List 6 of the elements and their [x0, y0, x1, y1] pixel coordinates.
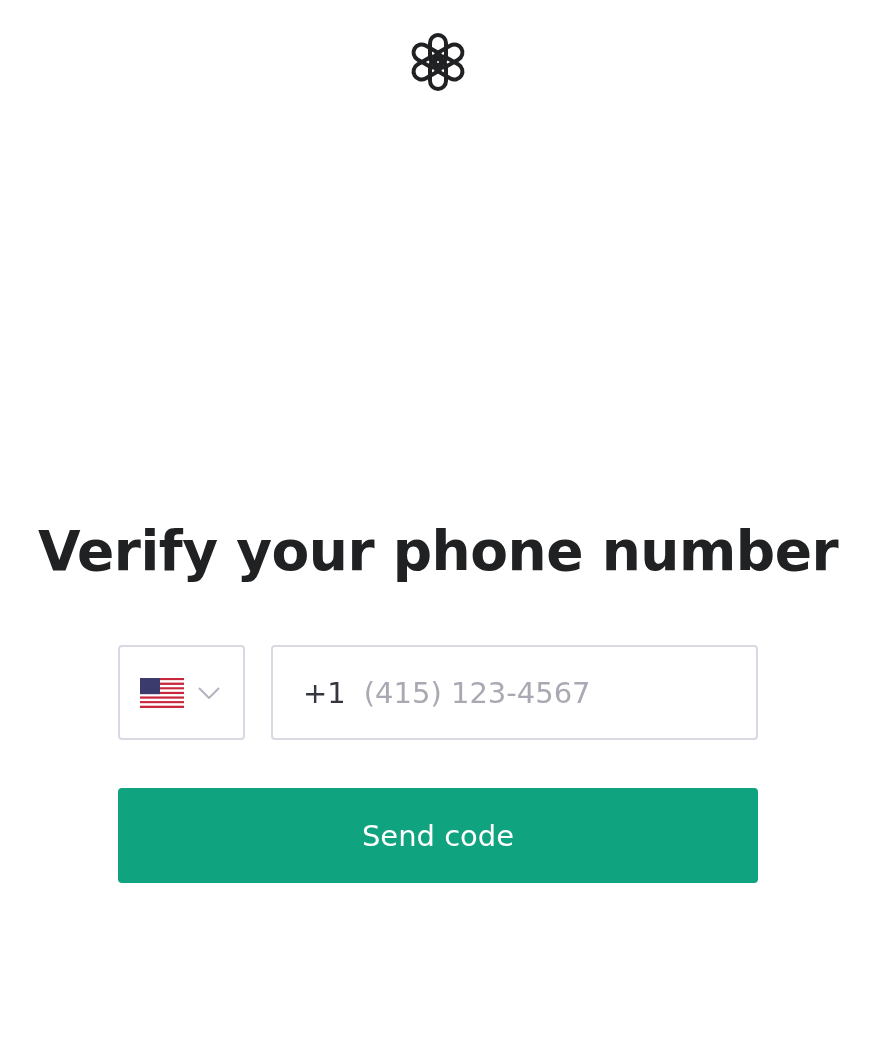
- country-code: +1: [303, 675, 346, 710]
- chevron-icon: [198, 686, 220, 699]
- phone-field[interactable]: +1 (415) 123-4567: [271, 645, 758, 740]
- page-title: Verify your phone number: [37, 519, 839, 583]
- country-select[interactable]: [118, 645, 245, 740]
- flag-icon: [140, 677, 184, 708]
